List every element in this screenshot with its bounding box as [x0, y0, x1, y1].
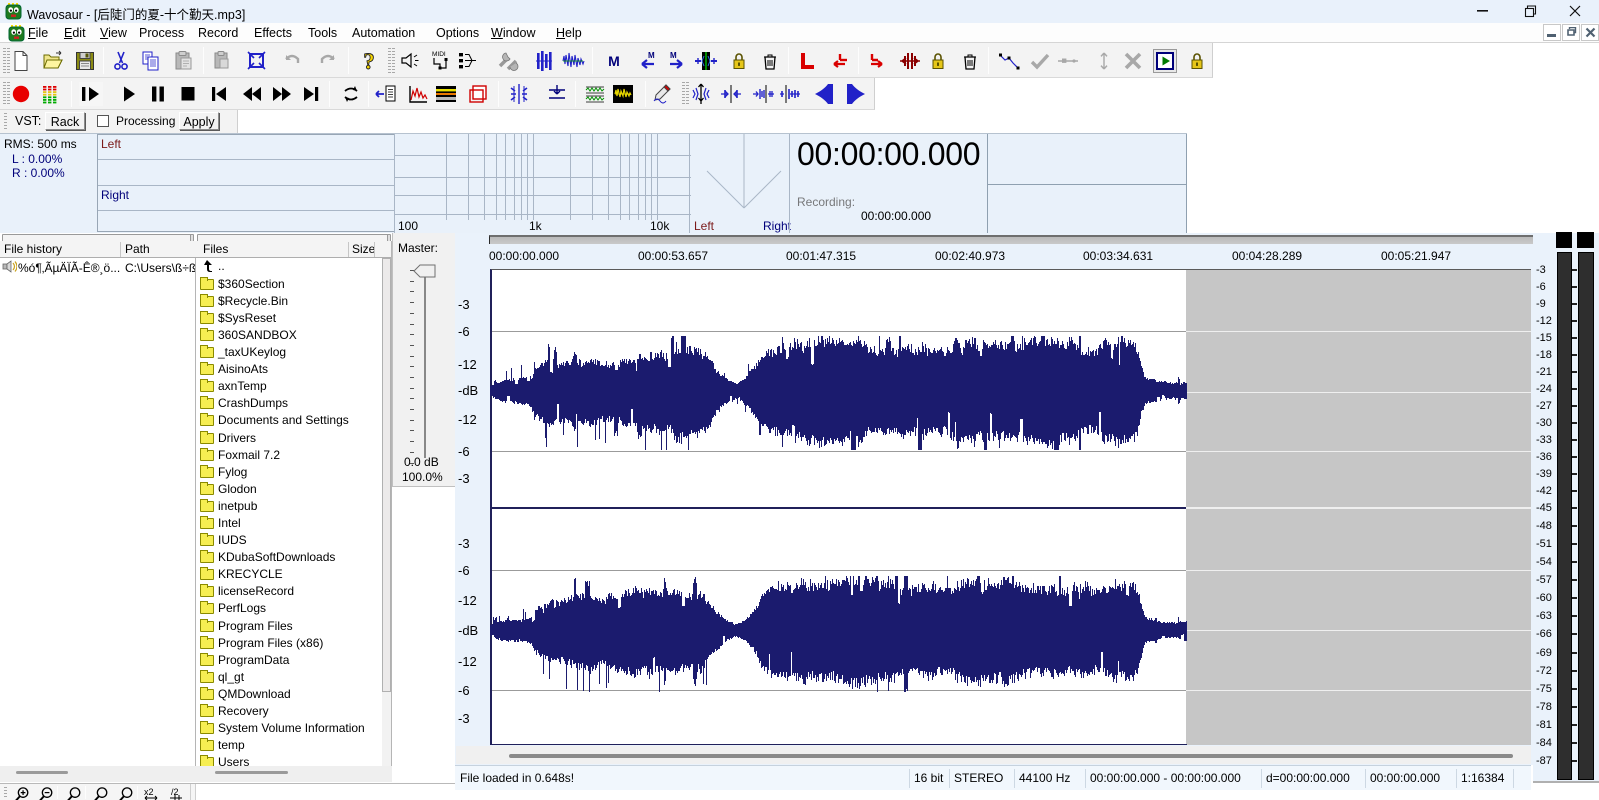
- svg-text:x2: x2: [144, 787, 154, 797]
